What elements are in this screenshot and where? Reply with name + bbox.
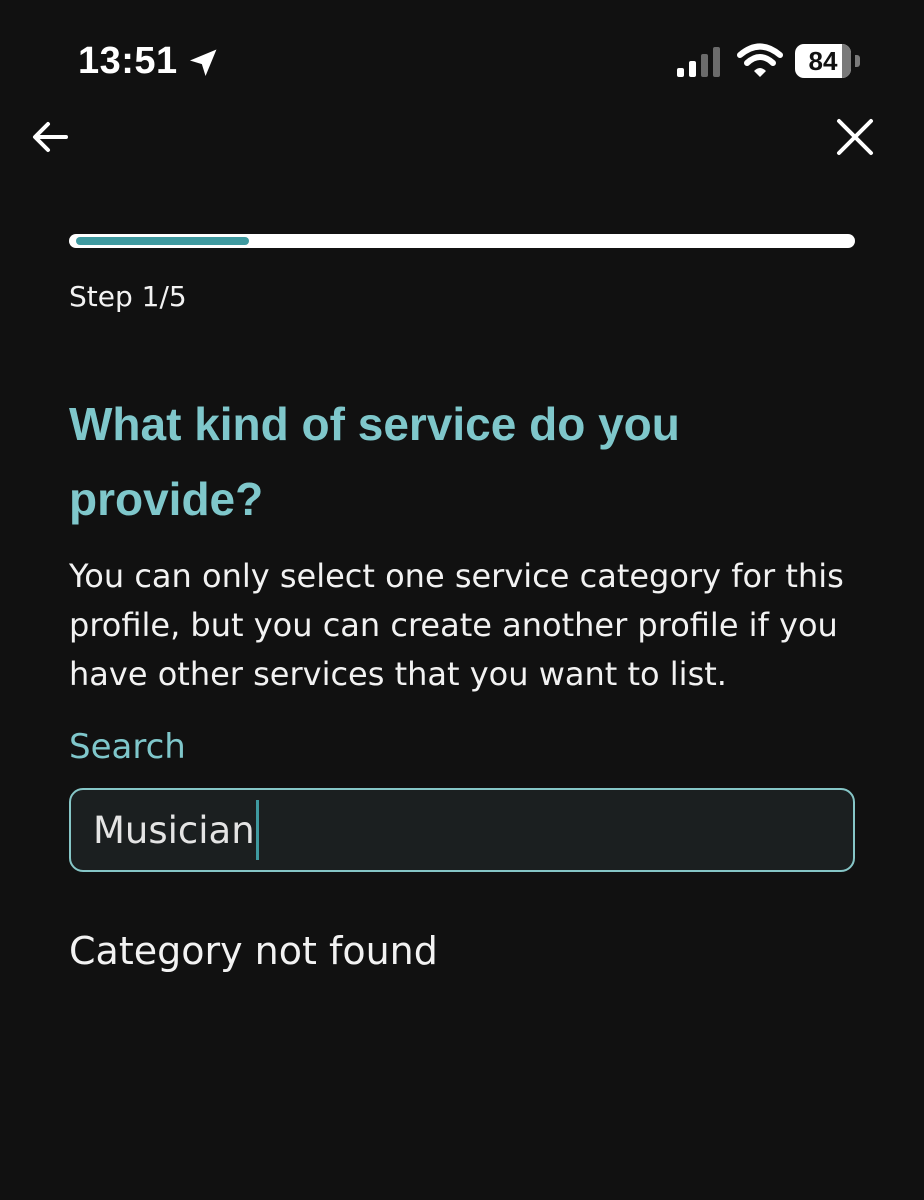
location-arrow-icon <box>189 49 217 77</box>
cellular-signal-icon <box>677 47 720 77</box>
close-icon[interactable] <box>832 114 878 160</box>
question-title: What kind of service do you provide? <box>69 398 680 525</box>
battery-icon: 84 <box>795 44 851 78</box>
progress-bar-fill <box>76 237 249 245</box>
progress-bar <box>69 234 855 248</box>
wifi-icon <box>737 43 783 77</box>
step-label: Step 1/5 <box>69 280 187 313</box>
search-label: Search <box>69 727 186 767</box>
status-bar: 13:51 84 <box>0 0 924 120</box>
battery-level: 84 <box>808 46 838 76</box>
search-input-value: Musician <box>93 808 255 852</box>
question-description: You can only select one service category… <box>69 557 844 693</box>
battery-cap <box>855 55 860 67</box>
back-arrow-icon[interactable] <box>26 112 76 162</box>
status-time: 13:51 <box>78 40 178 82</box>
text-caret <box>255 800 259 860</box>
search-input[interactable]: Musician <box>69 788 855 872</box>
category-not-found-message: Category not found <box>69 929 438 973</box>
